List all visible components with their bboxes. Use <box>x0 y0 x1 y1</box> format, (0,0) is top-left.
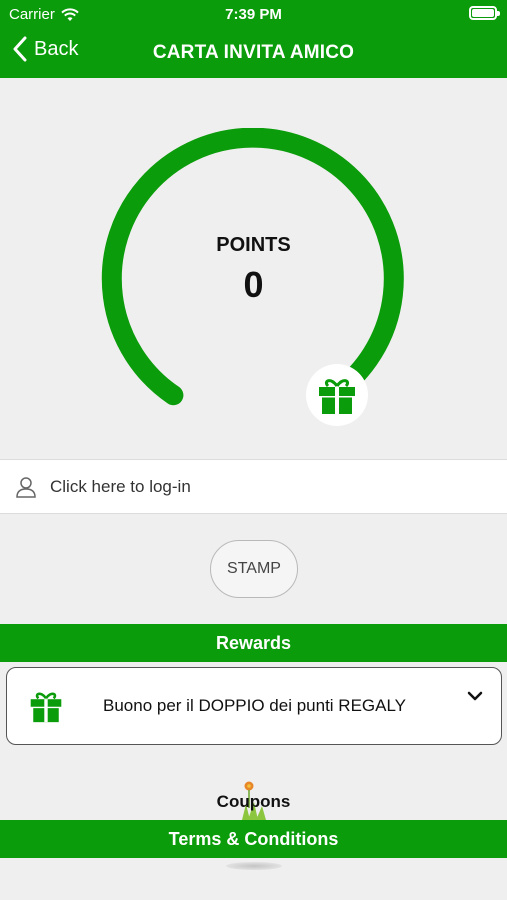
points-value: 0 <box>243 264 264 305</box>
stamp-label: STAMP <box>227 560 281 577</box>
page-title: CARTA INVITA AMICO <box>152 42 355 63</box>
shadow-decoration <box>226 862 282 870</box>
stamp-button[interactable]: STAMP <box>210 540 298 598</box>
rewards-title: Rewards <box>215 632 292 653</box>
points-label: POINTS <box>216 234 291 256</box>
login-label: Click here to log-in <box>50 476 191 496</box>
gift-icon <box>319 379 355 414</box>
login-row[interactable]: Click here to log-in <box>0 459 507 514</box>
reward-item-label: Buono per il DOPPIO dei punti REGALY <box>103 696 407 715</box>
coupons-link[interactable]: Coupons <box>0 792 507 812</box>
terms-label: Terms & Conditions <box>168 828 339 849</box>
top-bar: Carrier 7:39 PM Back CARTA INVITA AMICO <box>0 0 507 78</box>
status-bar: Carrier 7:39 PM <box>0 0 507 28</box>
reward-badge <box>306 364 368 426</box>
user-icon <box>16 476 36 498</box>
terms-bar[interactable]: Terms & Conditions <box>0 820 507 858</box>
gift-icon <box>30 692 62 723</box>
nav-bar: Back CARTA INVITA AMICO <box>0 28 507 78</box>
reward-item[interactable]: Buono per il DOPPIO dei punti REGALY <box>6 667 502 745</box>
chevron-down-icon[interactable] <box>467 690 483 702</box>
rewards-header: Rewards <box>0 624 507 662</box>
battery-icon <box>469 6 500 20</box>
points-dial: POINTS 0 <box>0 78 507 458</box>
clock: 7:39 PM <box>225 6 282 23</box>
